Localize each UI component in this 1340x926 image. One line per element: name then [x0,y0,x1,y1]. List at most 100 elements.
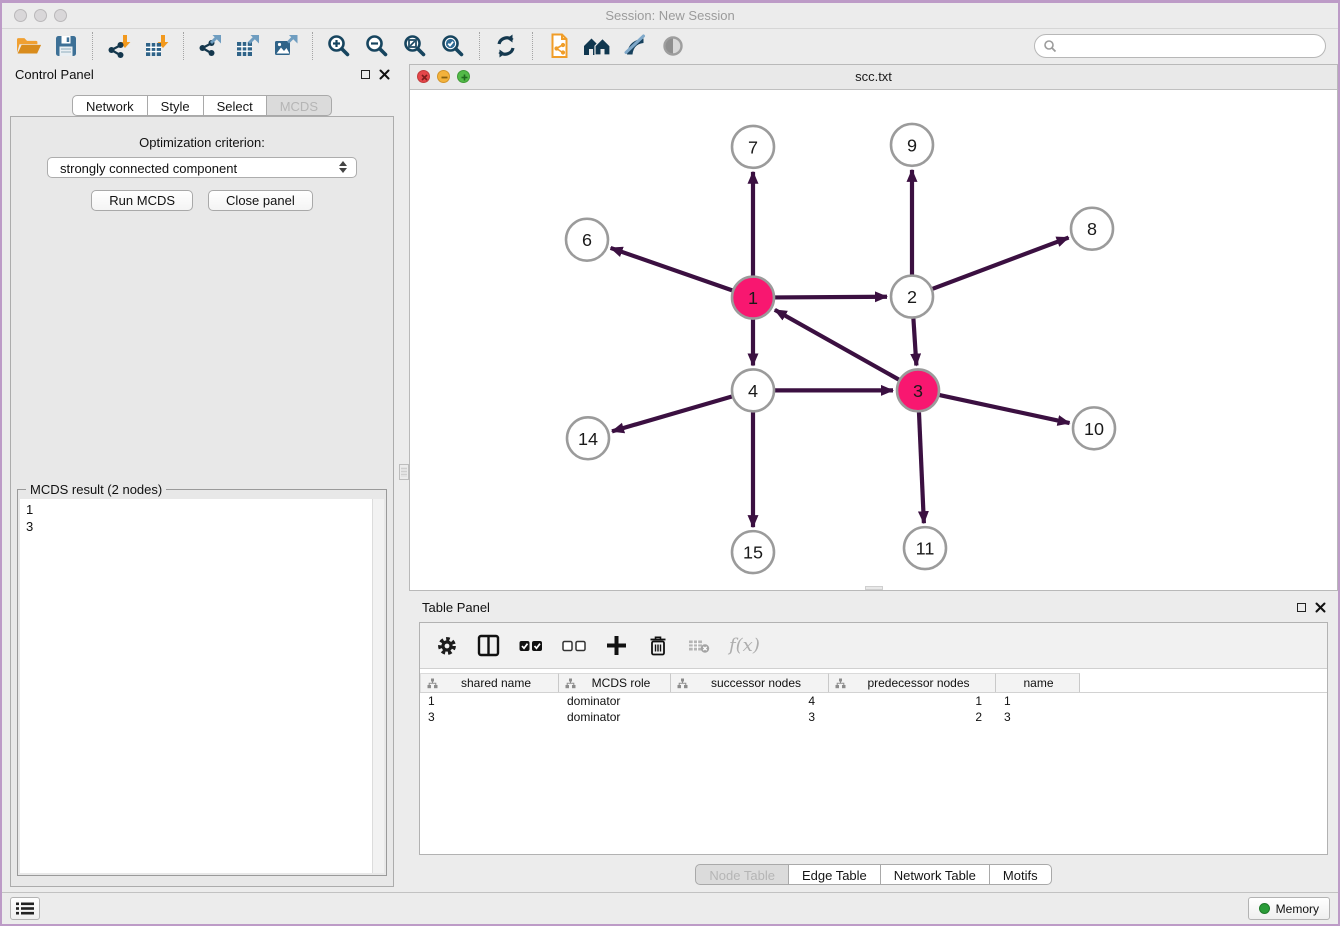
network-zoom-button[interactable] [457,70,470,83]
edge-4-14[interactable] [612,397,732,432]
panel-splitter[interactable] [402,62,409,893]
zoom-in-icon[interactable] [321,31,357,61]
zoom-out-icon[interactable] [359,31,395,61]
node-11[interactable]: 11 [904,527,946,569]
network-close-button[interactable] [417,70,430,83]
cell-predecessor-nodes: 2 [829,710,996,724]
node-label: 11 [916,539,935,559]
float-panel-icon[interactable] [361,70,370,79]
select-all-icon[interactable] [519,637,543,655]
tab-edge-table[interactable]: Edge Table [788,864,881,885]
edge-1-6[interactable] [611,248,733,290]
edge-1-2[interactable] [775,297,887,298]
minimize-window-button[interactable] [34,9,47,22]
node-1[interactable]: 1 [732,277,774,319]
node-4[interactable]: 4 [732,369,774,411]
export-image-icon[interactable] [268,31,304,61]
mcds-result-area[interactable]: 1 3 [20,499,384,873]
zoom-window-button[interactable] [54,9,67,22]
edge-3-1[interactable] [775,310,899,380]
edge-2-3[interactable] [913,318,916,365]
table-row[interactable]: 1dominator411 [420,693,1327,709]
node-8[interactable]: 8 [1071,208,1113,250]
status-bar: Memory [2,892,1338,924]
node-label: 3 [913,381,923,401]
node-label: 9 [907,135,917,155]
graphics-details-icon[interactable] [617,31,653,61]
mcds-result-title: MCDS result (2 nodes) [26,482,166,497]
zoom-fit-icon[interactable] [397,31,433,61]
tab-network-table[interactable]: Network Table [880,864,990,885]
open-session-icon[interactable] [10,31,46,61]
run-mcds-button[interactable]: Run MCDS [91,190,193,211]
tab-style[interactable]: Style [147,95,204,116]
network-graph[interactable]: 7 9 6 8 1 2 4 3 14 10 15 11 [410,89,1337,590]
settings-gear-icon[interactable] [436,635,458,657]
mcds-result-group: MCDS result (2 nodes) 1 3 [17,489,387,876]
float-panel-icon[interactable] [1297,603,1306,612]
tab-select[interactable]: Select [203,95,267,116]
column-type-icon [835,678,846,689]
add-row-icon[interactable] [605,634,628,657]
control-panel-tabs: NetworkStyleSelectMCDS [2,95,402,116]
column-header-mcds-role[interactable]: MCDS role [559,673,671,692]
export-table-icon[interactable] [230,31,266,61]
table-row[interactable]: 3dominator323 [420,709,1327,725]
cell-successor-nodes: 4 [671,694,829,708]
toolbar-separator [183,32,184,60]
node-2[interactable]: 2 [891,276,933,318]
function-builder-icon: f(x) [729,635,760,656]
task-history-button[interactable] [10,897,40,920]
optimization-criterion-dropdown[interactable]: strongly connected component [47,157,357,178]
edge-3-11[interactable] [919,412,924,523]
close-panel-icon[interactable] [379,69,390,80]
table-toolbar: f(x) [420,623,1327,669]
close-panel-button[interactable]: Close panel [208,190,313,211]
mcds-result-scrollbar[interactable] [372,499,384,873]
refresh-icon[interactable] [488,31,524,61]
memory-button[interactable]: Memory [1248,897,1330,920]
column-header-name[interactable]: name [996,673,1080,692]
home-icon[interactable] [579,31,615,61]
node-3[interactable]: 3 [897,369,939,411]
bird-eye-view-icon[interactable] [655,31,691,61]
toggle-columns-icon[interactable] [477,634,500,657]
delete-table-icon [688,637,710,654]
node-label: 4 [748,381,758,401]
search-field[interactable] [1034,34,1326,58]
node-15[interactable]: 15 [732,531,774,573]
network-canvas[interactable]: 7 9 6 8 1 2 4 3 14 10 15 11 [410,89,1337,590]
cell-name: 1 [996,694,1080,708]
tab-network[interactable]: Network [72,95,148,116]
canvas-splitter-handle[interactable] [865,586,883,590]
import-network-icon[interactable] [101,31,137,61]
export-network-icon[interactable] [192,31,228,61]
tab-node-table[interactable]: Node Table [695,864,789,885]
clear-selection-icon[interactable] [562,637,586,655]
splitter-handle[interactable] [399,464,409,480]
node-9[interactable]: 9 [891,124,933,166]
control-panel-header: Control Panel [2,62,402,88]
node-6[interactable]: 6 [566,219,608,261]
close-panel-icon[interactable] [1315,602,1326,613]
save-session-icon[interactable] [48,31,84,61]
toolbar-separator [92,32,93,60]
column-header-predecessor-nodes[interactable]: predecessor nodes [829,673,996,692]
optimization-criterion-label: Optimization criterion: [11,135,393,150]
column-header-successor-nodes[interactable]: successor nodes [671,673,829,692]
close-window-button[interactable] [14,9,27,22]
column-header-shared-name[interactable]: shared name [420,673,559,692]
delete-row-icon[interactable] [647,634,669,657]
node-10[interactable]: 10 [1073,407,1115,449]
zoom-selected-icon[interactable] [435,31,471,61]
search-input[interactable] [1062,38,1317,54]
edge-3-10[interactable] [940,395,1070,423]
tab-motifs[interactable]: Motifs [989,864,1052,885]
new-network-from-selection-icon[interactable] [541,31,577,61]
node-14[interactable]: 14 [567,417,609,459]
node-7[interactable]: 7 [732,126,774,168]
import-table-icon[interactable] [139,31,175,61]
edge-2-8[interactable] [933,238,1069,289]
network-minimize-button[interactable] [437,70,450,83]
tab-mcds[interactable]: MCDS [266,95,332,116]
